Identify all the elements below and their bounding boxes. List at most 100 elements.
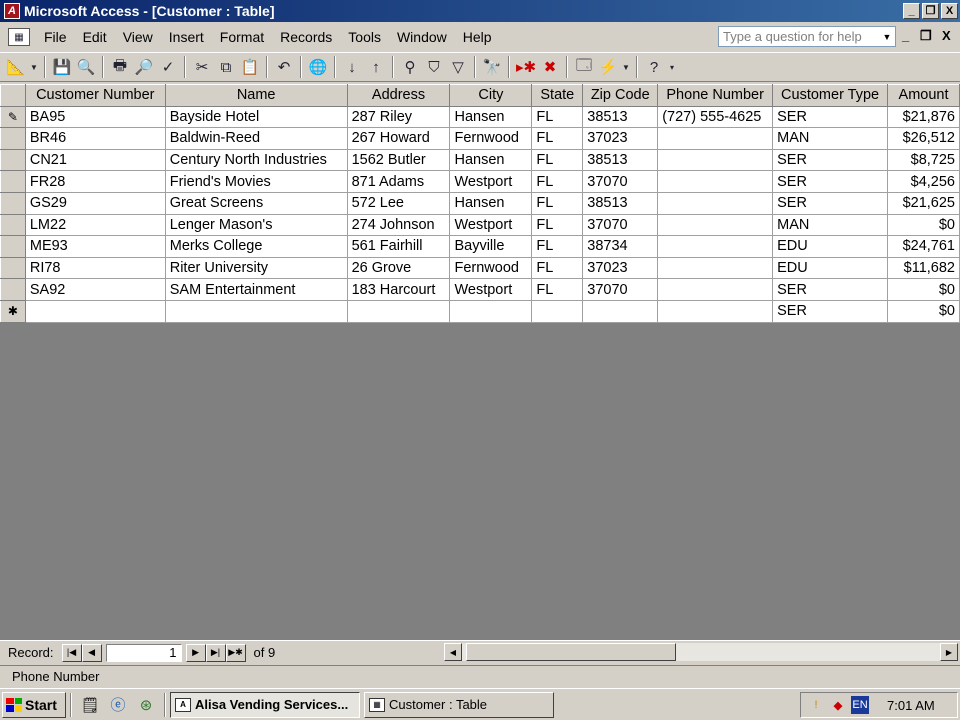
record-selector[interactable] — [0, 278, 26, 301]
cell-phone-number[interactable] — [657, 299, 774, 323]
database-window-icon[interactable]: 🗔 — [572, 55, 596, 79]
column-header-city[interactable]: City — [449, 84, 533, 107]
record-selector[interactable] — [0, 148, 26, 172]
first-record-button[interactable]: |◀ — [61, 643, 82, 662]
cell-phone-number[interactable] — [657, 235, 774, 258]
cell-address[interactable]: 267 Howard — [346, 127, 451, 150]
cell-phone-number[interactable]: (727) 555-4625 — [657, 105, 774, 129]
cell-city[interactable]: Bayville — [449, 235, 533, 258]
cell-address[interactable]: 26 Grove — [346, 256, 451, 280]
cell-state[interactable]: FL — [531, 213, 584, 237]
task-access-database[interactable]: A Alisa Vending Services... — [170, 691, 360, 718]
next-record-button[interactable]: ▶ — [185, 643, 206, 662]
language-indicator[interactable]: EN — [851, 696, 869, 714]
column-header-zip-code[interactable]: Zip Code — [582, 84, 659, 107]
cell-amount[interactable]: $8,725 — [887, 148, 960, 172]
menu-format[interactable]: Format — [212, 27, 272, 47]
new-record-row[interactable]: ✱ SER $0 — [0, 299, 960, 323]
table-row[interactable]: FR28 Friend's Movies 871 Adams Westport FL 37… — [0, 170, 960, 193]
menu-tools[interactable]: Tools — [340, 27, 389, 47]
cell-customer-number[interactable]: GS29 — [24, 191, 166, 215]
cell-state[interactable]: FL — [531, 278, 584, 301]
cut-icon[interactable]: ✂ — [190, 55, 214, 79]
column-header-address[interactable]: Address — [346, 84, 451, 107]
cell-amount[interactable]: $0 — [887, 213, 960, 237]
table-row[interactable]: ✎ BA95 Bayside Hotel 287 Riley Hansen FL 38513… — [0, 105, 960, 129]
cell-phone-number[interactable] — [657, 127, 774, 150]
cell-name[interactable]: Bayside Hotel — [164, 105, 348, 129]
cell-customer-type[interactable]: SER — [772, 191, 889, 215]
menu-insert[interactable]: Insert — [161, 27, 212, 47]
cell-zip-code[interactable]: 37023 — [582, 256, 659, 280]
cell-name[interactable]: Friend's Movies — [164, 170, 348, 193]
print-preview-icon[interactable]: 🔎 — [132, 55, 156, 79]
record-selector[interactable] — [0, 127, 26, 150]
menu-window[interactable]: Window — [389, 27, 455, 47]
cell-city[interactable]: Westport — [449, 170, 533, 193]
outlook-express-icon[interactable]: ⊛ — [135, 694, 157, 716]
cell-zip-code[interactable]: 38513 — [582, 105, 659, 129]
column-header-state[interactable]: State — [531, 84, 584, 107]
cell-state[interactable]: FL — [531, 105, 584, 129]
cell-amount[interactable]: $21,876 — [887, 105, 960, 129]
cell-amount[interactable]: $11,682 — [887, 256, 960, 280]
undo-icon[interactable]: ↶ — [272, 55, 296, 79]
cell-zip-code[interactable]: 37070 — [582, 278, 659, 301]
scroll-left-icon[interactable]: ◀ — [444, 643, 462, 661]
cell-state[interactable]: FL — [531, 235, 584, 258]
cell-city[interactable]: Fernwood — [449, 127, 533, 150]
column-header-phone-number[interactable]: Phone Number — [657, 84, 774, 107]
cell-zip-code[interactable]: 38513 — [582, 191, 659, 215]
hyperlink-icon[interactable]: 🌐 — [306, 55, 330, 79]
sort-ascending-icon[interactable]: ↓ — [340, 55, 364, 79]
cell-name[interactable] — [164, 299, 348, 323]
cell-name[interactable]: Century North Industries — [164, 148, 348, 172]
table-row[interactable]: LM22 Lenger Mason's 274 Johnson Westport FL 3… — [0, 213, 960, 237]
cell-state[interactable]: FL — [531, 127, 584, 150]
cell-customer-type[interactable]: SER — [772, 105, 889, 129]
cell-zip-code[interactable]: 37070 — [582, 213, 659, 237]
cell-phone-number[interactable] — [657, 148, 774, 172]
copy-icon[interactable]: ⧉ — [214, 55, 238, 79]
cell-customer-number[interactable]: BR46 — [24, 127, 166, 150]
close-button[interactable]: X — [941, 3, 958, 19]
cell-address[interactable]: 287 Riley — [346, 105, 451, 129]
cell-customer-type[interactable]: EDU — [772, 235, 889, 258]
view-dropdown-icon[interactable]: ▼ — [28, 55, 40, 79]
apply-filter-icon[interactable]: ▽ — [446, 55, 470, 79]
cell-city[interactable]: Fernwood — [449, 256, 533, 280]
table-row[interactable]: SA92 SAM Entertainment 183 Harcourt Westpor… — [0, 278, 960, 301]
child-restore-button[interactable]: ❐ — [920, 28, 932, 44]
new-object-dropdown-icon[interactable]: ▼ — [620, 55, 632, 79]
paste-icon[interactable]: 📋 — [238, 55, 262, 79]
help-dropdown-arrow-icon[interactable]: ▼ — [880, 28, 894, 45]
column-header-customer-type[interactable]: Customer Type — [772, 84, 889, 107]
cell-address[interactable]: 274 Johnson — [346, 213, 451, 237]
table-row[interactable]: BR46 Baldwin-Reed 267 Howard Fernwood FL 3702… — [0, 127, 960, 150]
cell-zip-code[interactable]: 38734 — [582, 235, 659, 258]
cell-zip-code[interactable]: 37070 — [582, 170, 659, 193]
record-selector[interactable] — [0, 235, 26, 258]
internet-explorer-icon[interactable]: ⓔ — [107, 694, 129, 716]
cell-state[interactable] — [531, 299, 584, 323]
cell-customer-type[interactable]: EDU — [772, 256, 889, 280]
table-row[interactable]: RI78 Riter University 26 Grove Fernwood FL 37… — [0, 256, 960, 280]
column-header-customer-number[interactable]: Customer Number — [24, 84, 166, 107]
column-header-amount[interactable]: Amount — [887, 84, 960, 107]
scroll-thumb[interactable] — [466, 643, 676, 661]
cell-address[interactable] — [346, 299, 451, 323]
cell-customer-type[interactable]: MAN — [772, 213, 889, 237]
column-header-name[interactable]: Name — [164, 84, 348, 107]
table-row[interactable]: GS29 Great Screens 572 Lee Hansen FL 38513 SER… — [0, 191, 960, 215]
cell-name[interactable]: Baldwin-Reed — [164, 127, 348, 150]
cell-name[interactable]: Lenger Mason's — [164, 213, 348, 237]
record-selector[interactable] — [0, 256, 26, 280]
cell-name[interactable]: SAM Entertainment — [164, 278, 348, 301]
cell-city[interactable]: Hansen — [449, 105, 533, 129]
cell-address[interactable]: 561 Fairhill — [346, 235, 451, 258]
record-selector[interactable]: ✎ — [0, 105, 26, 129]
cell-state[interactable]: FL — [531, 170, 584, 193]
sort-descending-icon[interactable]: ↑ — [364, 55, 388, 79]
cell-customer-type[interactable]: SER — [772, 299, 889, 323]
scroll-right-icon[interactable]: ▶ — [940, 643, 958, 661]
